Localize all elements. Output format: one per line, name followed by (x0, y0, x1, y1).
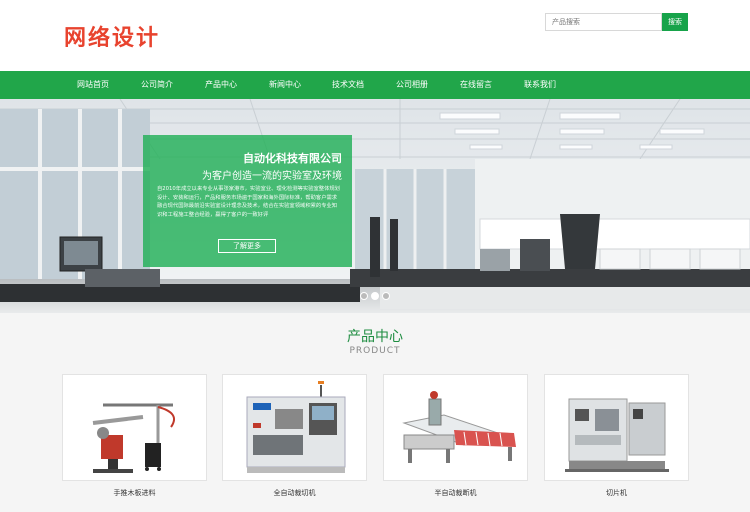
product-label[interactable]: 半自动裁断机 (383, 488, 528, 498)
slicing-machine-image (565, 398, 669, 472)
nav-item-message[interactable]: 在线留言 (446, 71, 506, 99)
glass-cutting-table-image (402, 391, 516, 463)
search-input[interactable] (545, 13, 662, 31)
nav-item-home[interactable]: 网站首页 (63, 71, 123, 99)
slide-dot-3[interactable] (382, 292, 390, 300)
slide-dot-2[interactable] (371, 292, 379, 300)
product-card[interactable] (544, 374, 689, 481)
product-card[interactable] (62, 374, 207, 481)
product-label[interactable]: 全自动裁切机 (222, 488, 367, 498)
nav-item-about[interactable]: 公司简介 (127, 71, 187, 99)
product-card[interactable] (383, 374, 528, 481)
nav-item-products[interactable]: 产品中心 (191, 71, 251, 99)
main-nav: 网站首页 公司简介 产品中心 新闻中心 技术文档 公司相册 在线留言 联系我们 (0, 71, 750, 99)
promo-title: 自动化科技有限公司 (243, 152, 342, 165)
hero-banner: 自动化科技有限公司 为客户创造一流的实验室及环境 自2010年成立以来专业从事张… (0, 99, 750, 313)
header: 网络设计 搜索 (0, 0, 750, 71)
search-button[interactable]: 搜索 (662, 13, 688, 31)
cnc-lathe-image (246, 381, 346, 473)
product-section: 产品中心 PRODUCT 手推木板进料 全自动裁切机 半自动裁断机 切片机 (0, 313, 750, 512)
section-title: 产品中心 (347, 329, 403, 345)
glass-edging-machine-image (92, 403, 175, 473)
laboratory-photo (0, 99, 750, 313)
promo-description: 自2010年成立以来专业从事张家港市，实验室业、理化检测等实验室整体规划设计、安… (157, 186, 340, 218)
nav-item-news[interactable]: 新闻中心 (255, 71, 315, 99)
nav-item-docs[interactable]: 技术文档 (318, 71, 378, 99)
logo[interactable]: 网络设计 (64, 20, 160, 52)
promo-subtitle: 为客户创造一流的实验室及环境 (202, 171, 342, 182)
learn-more-button[interactable]: 了解更多 (218, 239, 276, 253)
product-label[interactable]: 手推木板进料 (62, 488, 207, 498)
slide-dot-1[interactable] (360, 292, 368, 300)
product-card[interactable] (222, 374, 367, 481)
nav-item-album[interactable]: 公司相册 (382, 71, 442, 99)
nav-item-contact[interactable]: 联系我们 (510, 71, 570, 99)
product-label[interactable]: 切片机 (544, 488, 689, 498)
promo-panel: 自动化科技有限公司 为客户创造一流的实验室及环境 自2010年成立以来专业从事张… (143, 135, 352, 267)
section-subtitle: PRODUCT (349, 346, 401, 356)
